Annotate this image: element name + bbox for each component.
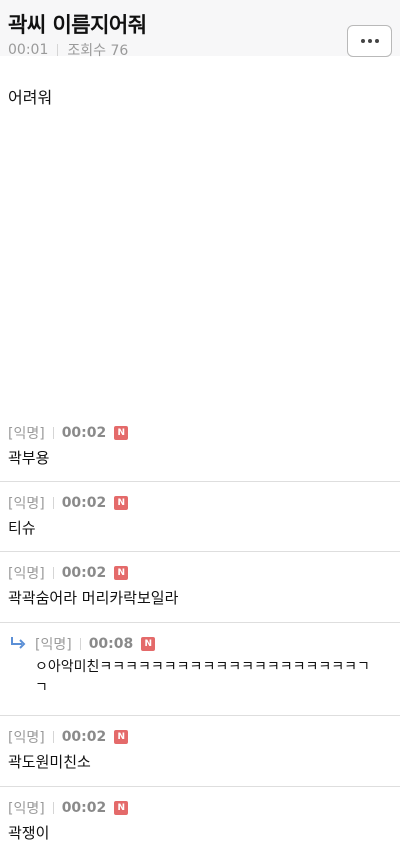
comment-meta: [익명] 00:02 N <box>8 423 129 443</box>
comment-meta: [익명] 00:08 N <box>35 634 156 654</box>
comment-author[interactable]: [익명] <box>8 563 45 583</box>
comment-author[interactable]: [익명] <box>8 423 45 443</box>
meta-divider <box>79 638 81 650</box>
post-time: 00:01 <box>8 42 49 58</box>
post-body: 어려워 <box>8 88 53 107</box>
comment-text: 곽곽숨어라 머리카락보일라 <box>8 589 179 607</box>
comment-item: [익명] 00:02 N 곽도원미친소 <box>0 716 400 787</box>
new-badge: N <box>114 730 129 744</box>
comment-text: 곽부용 <box>8 449 50 467</box>
post-title: 곽씨 이름지어줘 <box>8 13 147 37</box>
meta-divider <box>57 44 59 56</box>
comment-author[interactable]: [익명] <box>8 798 45 818</box>
comment-text: 곽쟁이 <box>8 824 50 842</box>
comment-item: [익명] 00:02 N 곽곽숨어라 머리카락보일라 <box>0 552 400 623</box>
new-badge: N <box>114 566 129 580</box>
comment-text: 곽도원미친소 <box>8 753 91 771</box>
comment-meta: [익명] 00:02 N <box>8 563 129 583</box>
more-options-button[interactable] <box>347 25 392 57</box>
post-meta: 00:01 조회수 76 <box>8 40 128 60</box>
more-icon <box>374 39 379 43</box>
comment-time: 00:02 <box>61 800 107 816</box>
comment-author[interactable]: [익명] <box>8 727 45 747</box>
comment-time: 00:02 <box>61 495 107 511</box>
reply-comment-item: [익명] 00:08 N ㅇ아악미친ㅋㅋㅋㅋㅋㅋㅋㅋㅋㅋㅋㅋㅋㅋㅋㅋㅋㅋㅋㅋㄱㄱ <box>0 623 400 716</box>
comment-item: [익명] 00:02 N 티슈 <box>0 482 400 552</box>
post-page: 곽씨 이름지어줘 00:01 조회수 76 어려워 [익명] 00:02 N 곽… <box>0 0 400 859</box>
comment-time: 00:02 <box>61 425 107 441</box>
more-icon <box>367 39 372 43</box>
comment-time: 00:02 <box>61 565 107 581</box>
meta-divider <box>52 567 54 579</box>
comment-item: [익명] 00:02 N 곽부용 <box>0 412 400 482</box>
post-views: 조회수 76 <box>67 43 129 59</box>
comment-time: 00:08 <box>88 636 134 652</box>
new-badge: N <box>114 426 129 440</box>
comment-author[interactable]: [익명] <box>35 634 72 654</box>
new-badge: N <box>114 801 129 815</box>
comment-text: ㅇ아악미친ㅋㅋㅋㅋㅋㅋㅋㅋㅋㅋㅋㅋㅋㅋㅋㅋㅋㅋㅋㅋㄱㄱ <box>35 659 370 696</box>
meta-divider <box>52 802 54 814</box>
comment-meta: [익명] 00:02 N <box>8 798 129 818</box>
comment-author[interactable]: [익명] <box>8 493 45 513</box>
comment-time: 00:02 <box>61 729 107 745</box>
meta-divider <box>52 427 54 439</box>
new-badge: N <box>141 637 156 651</box>
comment-item: [익명] 00:02 N 곽쟁이 <box>0 787 400 859</box>
new-badge: N <box>114 496 129 510</box>
comment-text: 티슈 <box>8 519 36 537</box>
comment-meta: [익명] 00:02 N <box>8 493 129 513</box>
meta-divider <box>52 497 54 509</box>
more-icon <box>360 39 365 43</box>
comment-meta: [익명] 00:02 N <box>8 727 129 747</box>
post-header: 곽씨 이름지어줘 00:01 조회수 76 <box>0 0 400 59</box>
meta-divider <box>52 731 54 743</box>
